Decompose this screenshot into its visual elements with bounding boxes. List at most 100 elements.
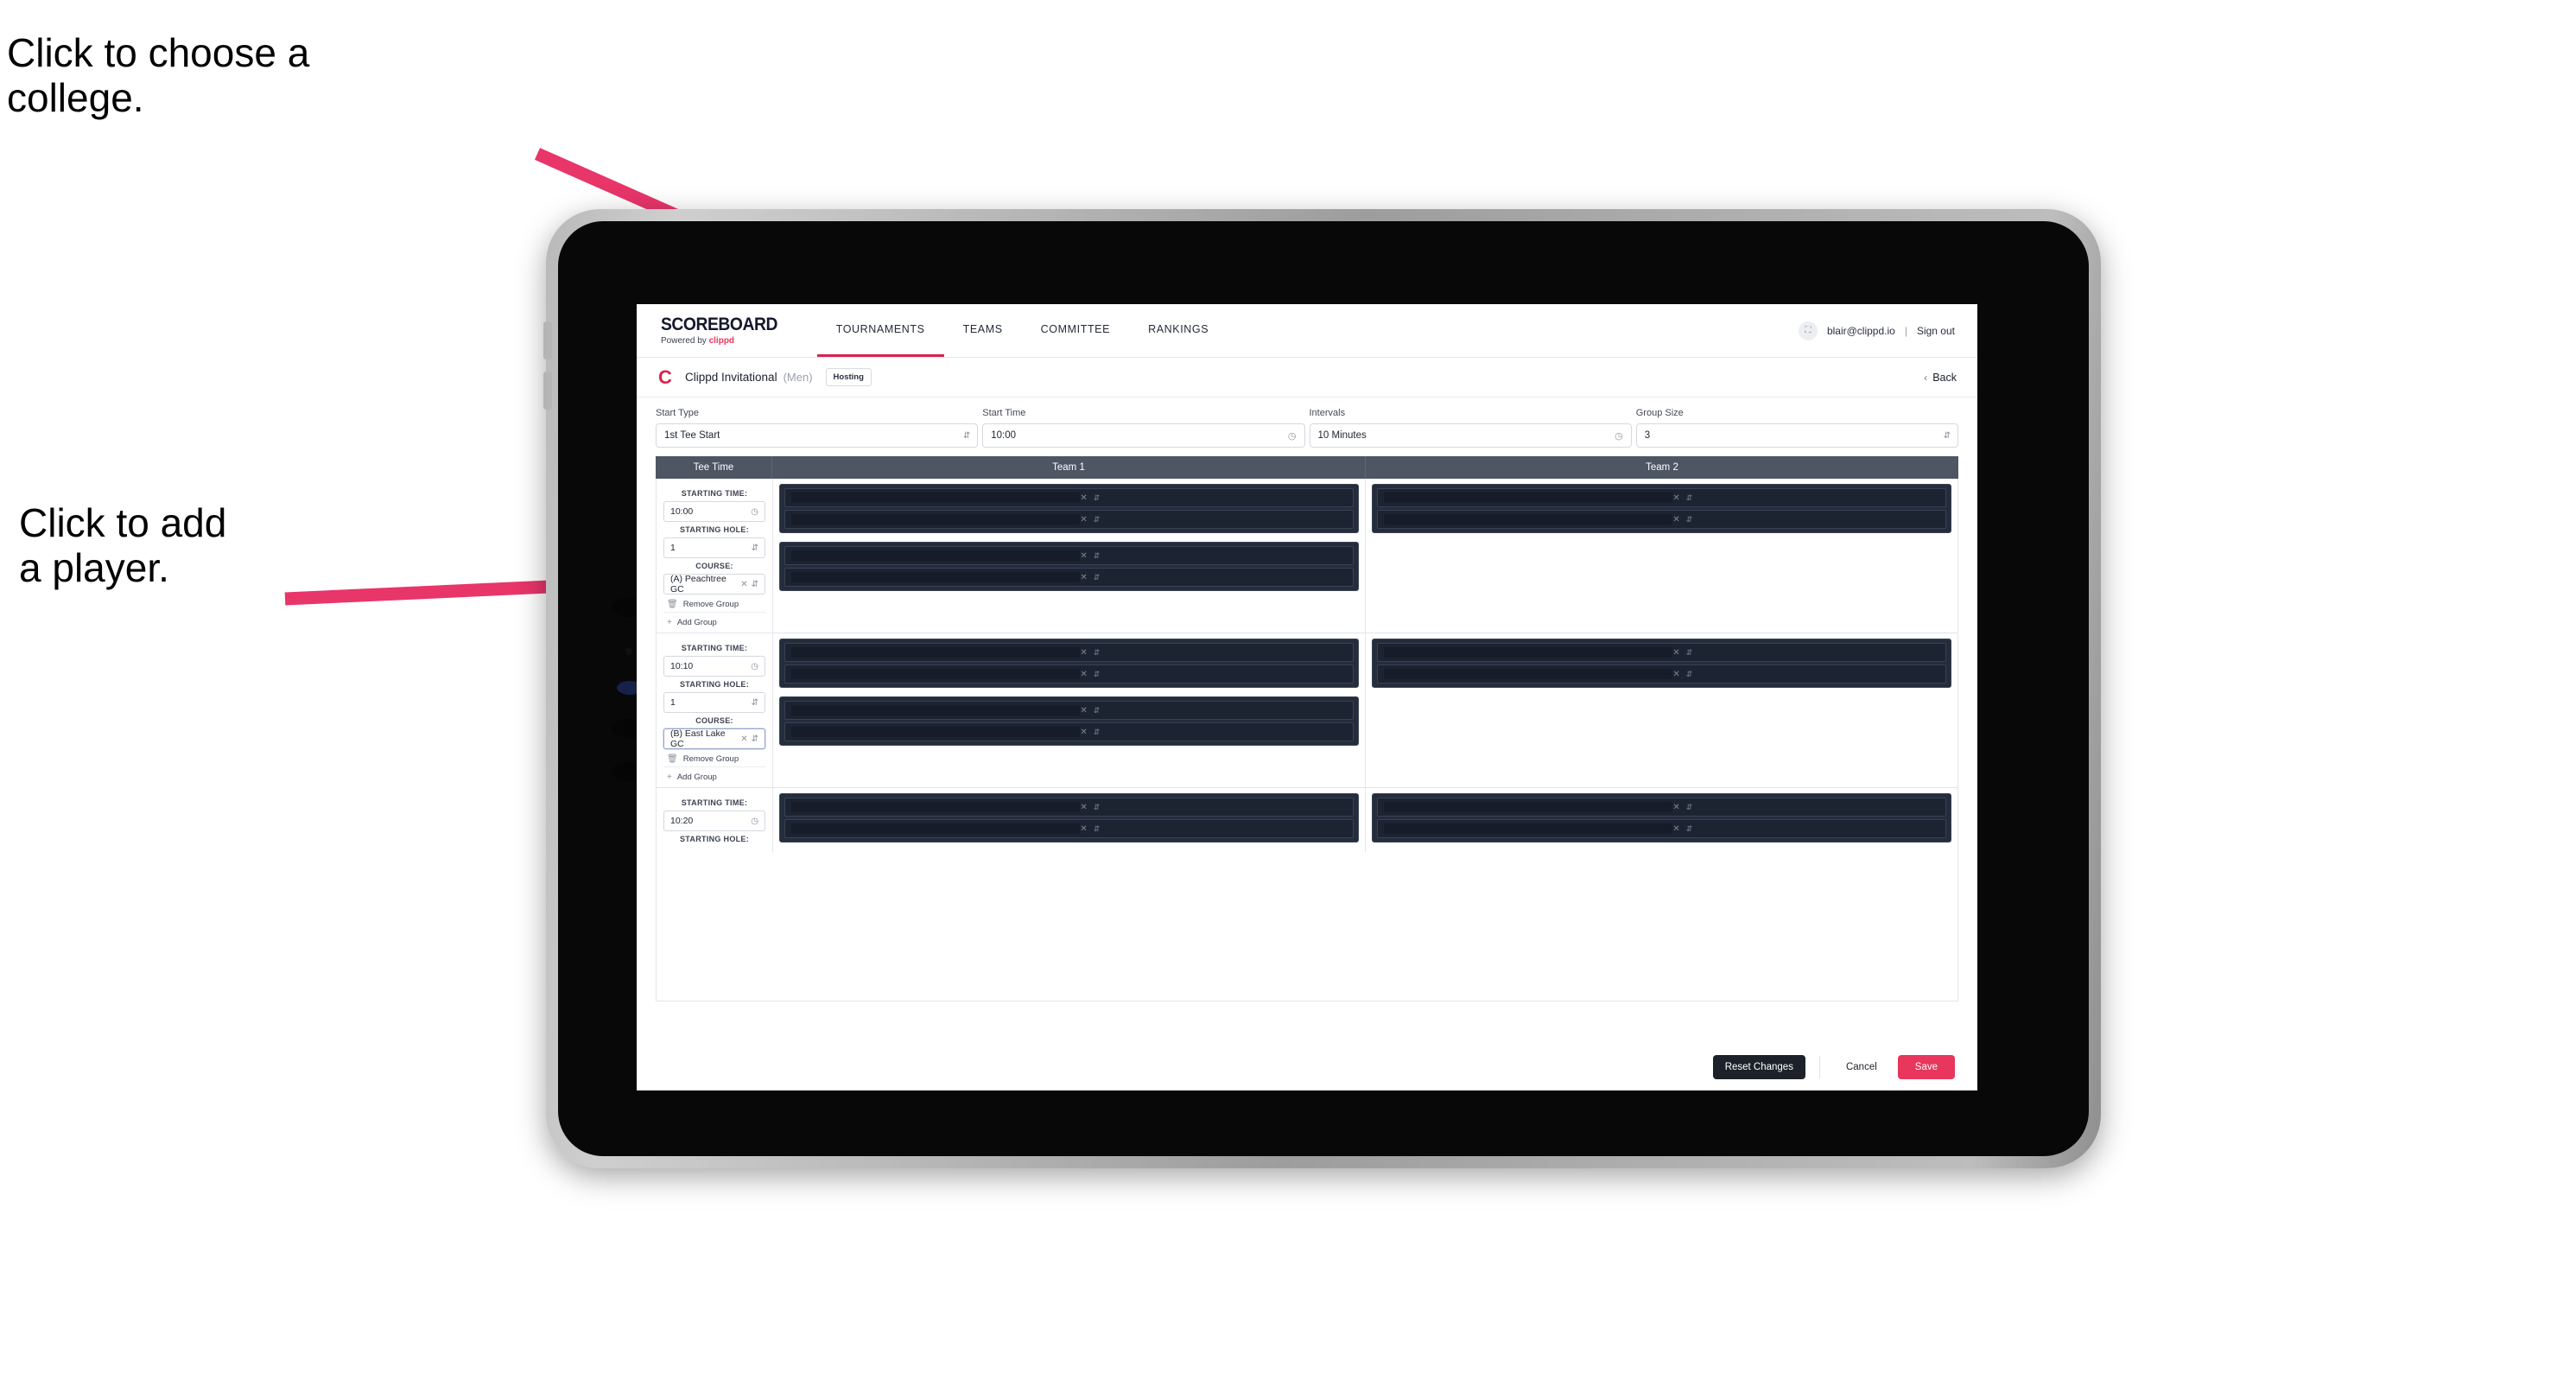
player-slot[interactable]: ✕ ⇵ [784, 701, 1354, 720]
start-type-select[interactable]: 1st Tee Start ⇵ [656, 423, 979, 448]
stepper-icon[interactable]: ⇵ [1094, 728, 1100, 737]
x-icon[interactable]: ✕ [1672, 824, 1679, 834]
stepper-icon[interactable]: ⇵ [1094, 670, 1100, 679]
cancel-button[interactable]: Cancel [1834, 1055, 1889, 1079]
field-start-time: Start Time 10:00 ◷ [982, 408, 1305, 448]
tee-sheet-body[interactable]: STARTING TIME: 10:00 ◷ STARTING HOLE: 1 … [656, 479, 1958, 1001]
save-button[interactable]: Save [1897, 1054, 1955, 1079]
start-time-input[interactable]: 10:00 ◷ [982, 423, 1305, 448]
tournament-header-bar: C Clippd Invitational (Men) Hosting ‹ Ba… [637, 358, 1977, 397]
stepper-icon[interactable]: ⇵ [752, 734, 758, 744]
clock-icon[interactable]: ◷ [1615, 430, 1623, 442]
stepper-icon[interactable]: ⇵ [752, 580, 758, 589]
stepper-icon[interactable]: ⇵ [1094, 824, 1100, 834]
clock-icon[interactable]: ◷ [751, 817, 758, 826]
x-icon[interactable]: ✕ [1672, 648, 1679, 658]
brand-logo[interactable]: SCOREBOARD Powered by clippd [661, 304, 788, 357]
player-slot[interactable]: ✕ ⇵ [784, 819, 1354, 838]
player-slot[interactable]: ✕ ⇵ [1377, 488, 1946, 507]
player-name-redacted [791, 823, 1081, 834]
clock-icon[interactable]: ◷ [751, 507, 758, 517]
clock-icon[interactable]: ◷ [751, 662, 758, 671]
player-group-box: ✕ ⇵ ✕ ⇵ [779, 542, 1359, 591]
x-icon[interactable]: ✕ [1080, 670, 1087, 679]
player-slot[interactable]: ✕ ⇵ [1377, 510, 1946, 529]
player-slot[interactable]: ✕ ⇵ [784, 488, 1354, 507]
back-button[interactable]: ‹ Back [1924, 372, 1957, 384]
player-slot[interactable]: ✕ ⇵ [784, 510, 1354, 529]
course-select[interactable]: (B) East Lake GC ✕ ⇵ [663, 728, 765, 749]
stepper-icon[interactable]: ⇵ [752, 544, 758, 553]
stepper-icon[interactable]: ⇵ [1686, 493, 1692, 503]
starting-hole-input[interactable]: 1 ⇵ [663, 692, 765, 713]
tab-rankings[interactable]: RANKINGS [1129, 304, 1228, 357]
stepper-icon[interactable]: ⇵ [1094, 515, 1100, 525]
stepper-icon[interactable]: ⇵ [1686, 824, 1692, 834]
player-slot[interactable]: ✕ ⇵ [1377, 819, 1946, 838]
remove-group-button[interactable]: 🗑 Remove Group [663, 594, 765, 609]
add-group-button[interactable]: + Add Group [663, 612, 765, 627]
x-icon[interactable]: ✕ [1080, 824, 1087, 834]
x-icon[interactable]: ✕ [1672, 493, 1679, 503]
player-name-redacted [1384, 514, 1673, 525]
player-slot[interactable]: ✕ ⇵ [1377, 798, 1946, 817]
player-name-redacted [791, 493, 1081, 503]
x-icon[interactable]: ✕ [740, 580, 747, 589]
clock-icon[interactable]: ◷ [1288, 430, 1297, 442]
tab-teams[interactable]: TEAMS [944, 304, 1022, 357]
reset-changes-button[interactable]: Reset Changes [1712, 1054, 1805, 1079]
x-icon[interactable]: ✕ [1672, 803, 1679, 812]
x-icon[interactable]: ✕ [1080, 728, 1087, 737]
player-slot[interactable]: ✕ ⇵ [784, 568, 1354, 587]
player-slot[interactable]: ✕ ⇵ [784, 546, 1354, 565]
player-slot[interactable]: ✕ ⇵ [784, 798, 1354, 817]
tab-tournaments[interactable]: TOURNAMENTS [816, 304, 944, 357]
volume-up-button[interactable] [543, 321, 552, 359]
stepper-icon[interactable]: ⇵ [1094, 551, 1100, 561]
stepper-icon[interactable]: ⇵ [1094, 493, 1100, 503]
user-image-icon[interactable]: ⛶ [1798, 321, 1818, 340]
table-header: Tee Time Team 1 Team 2 [656, 456, 1958, 479]
stepper-icon[interactable]: ⇵ [1094, 803, 1100, 812]
player-slot[interactable]: ✕ ⇵ [1377, 643, 1946, 662]
x-icon[interactable]: ✕ [1672, 670, 1679, 679]
x-icon[interactable]: ✕ [1080, 648, 1087, 658]
player-slot[interactable]: ✕ ⇵ [784, 643, 1354, 662]
stepper-icon[interactable]: ⇵ [1944, 431, 1951, 441]
x-icon[interactable]: ✕ [1080, 573, 1087, 582]
stepper-icon[interactable]: ⇵ [752, 698, 758, 708]
stepper-icon[interactable]: ⇵ [1094, 573, 1100, 582]
x-icon[interactable]: ✕ [1080, 706, 1087, 715]
team-2-cell: ✕ ⇵ ✕ ⇵ [1366, 633, 1957, 787]
x-icon[interactable]: ✕ [1080, 493, 1087, 503]
stepper-icon[interactable]: ⇵ [1686, 648, 1692, 658]
starting-time-input[interactable]: 10:00 ◷ [663, 501, 765, 522]
player-slot[interactable]: ✕ ⇵ [784, 664, 1354, 683]
player-slot[interactable]: ✕ ⇵ [784, 722, 1354, 741]
stepper-icon[interactable]: ⇵ [1094, 706, 1100, 715]
stepper-icon[interactable]: ⇵ [1686, 515, 1692, 525]
start-type-value: 1st Tee Start [664, 430, 720, 441]
x-icon[interactable]: ✕ [1080, 803, 1087, 812]
tab-committee[interactable]: COMMITTEE [1022, 304, 1129, 357]
add-group-button[interactable]: + Add Group [663, 766, 765, 782]
x-icon[interactable]: ✕ [740, 734, 747, 744]
player-slot[interactable]: ✕ ⇵ [1377, 664, 1946, 683]
x-icon[interactable]: ✕ [1080, 515, 1087, 525]
volume-down-button[interactable] [543, 372, 552, 410]
team-2-cell: ✕ ⇵ ✕ ⇵ [1366, 479, 1957, 633]
stepper-icon[interactable]: ⇵ [1686, 670, 1692, 679]
remove-group-button[interactable]: 🗑 Remove Group [663, 749, 765, 764]
stepper-icon[interactable]: ⇵ [1686, 803, 1692, 812]
x-icon[interactable]: ✕ [1672, 515, 1679, 525]
group-size-stepper[interactable]: 3 ⇵ [1635, 423, 1958, 448]
starting-hole-input[interactable]: 1 ⇵ [663, 537, 765, 558]
starting-time-input[interactable]: 10:10 ◷ [663, 656, 765, 677]
intervals-input[interactable]: 10 Minutes ◷ [1309, 423, 1632, 448]
x-icon[interactable]: ✕ [1080, 551, 1087, 561]
course-select[interactable]: (A) Peachtree GC ✕ ⇵ [663, 574, 765, 594]
stepper-icon[interactable]: ⇵ [1094, 648, 1100, 658]
sign-out-link[interactable]: Sign out [1917, 325, 1955, 337]
starting-time-input[interactable]: 10:20 ◷ [663, 811, 765, 831]
stepper-icon[interactable]: ⇵ [963, 431, 970, 441]
